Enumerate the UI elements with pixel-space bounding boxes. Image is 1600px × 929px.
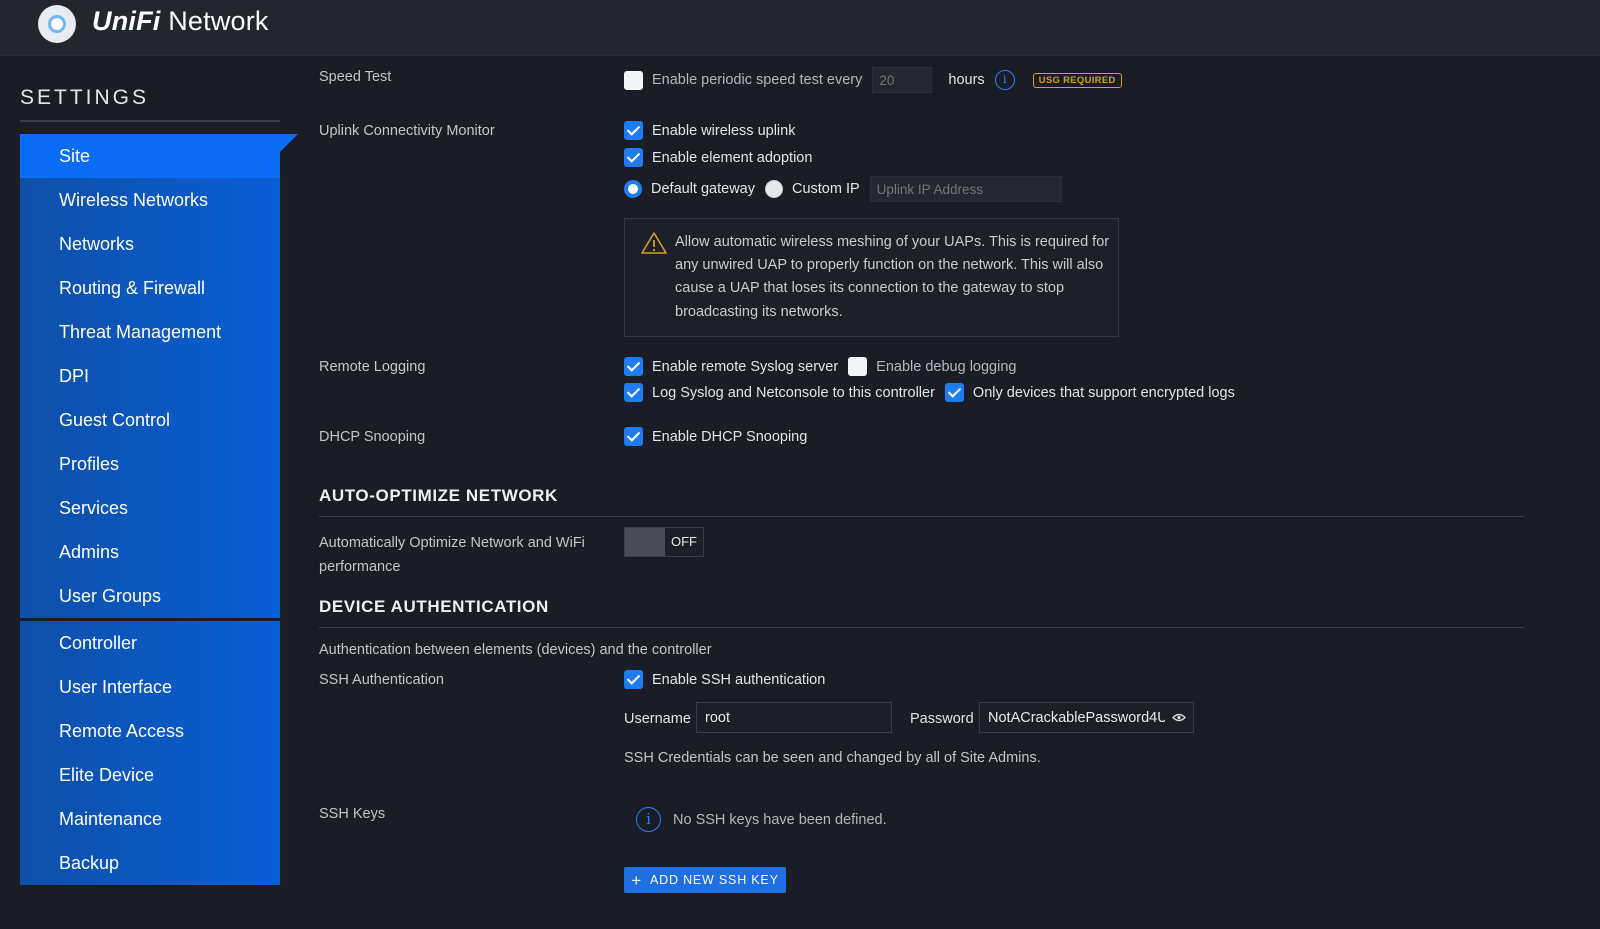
- custom-ip-radio[interactable]: [764, 180, 783, 198]
- sidebar-item-user-interface[interactable]: User Interface: [20, 665, 280, 709]
- sidebar-item-elite-device[interactable]: Elite Device: [20, 753, 280, 797]
- usg-required-badge: USG REQUIRED: [1032, 72, 1122, 88]
- syslog-row: Enable remote Syslog server Enable debug…: [624, 357, 1016, 376]
- ssh-credentials-note: SSH Credentials can be seen and changed …: [624, 750, 1041, 766]
- dhcp-snooping-enable-label: Enable DHCP Snooping: [652, 428, 808, 445]
- toggle-knob: [625, 528, 665, 556]
- add-ssh-key-button[interactable]: + ADD NEW SSH KEY: [624, 867, 786, 893]
- netconsole-row: Log Syslog and Netconsole to this contro…: [624, 383, 1235, 402]
- unifi-logo-icon[interactable]: [38, 5, 76, 43]
- auto-optimize-title: AUTO-OPTIMIZE NETWORK: [319, 486, 558, 505]
- uplink-target-row: Default gateway Custom IP: [624, 176, 1062, 202]
- sidebar-item-controller[interactable]: Controller: [20, 621, 280, 665]
- add-ssh-key-label: ADD NEW SSH KEY: [650, 873, 779, 887]
- ssh-keys-label: SSH Keys: [319, 806, 386, 822]
- remote-syslog-label: Enable remote Syslog server: [652, 358, 839, 375]
- toggle-state: OFF: [671, 534, 697, 549]
- speed-test-unit: hours: [948, 72, 985, 88]
- remote-syslog-checkbox[interactable]: [624, 357, 643, 376]
- uplink-monitor-label: Uplink Connectivity Monitor: [319, 123, 495, 139]
- element-adoption-row: Enable element adoption: [624, 148, 812, 167]
- wireless-uplink-row: Enable wireless uplink: [624, 121, 795, 140]
- info-icon[interactable]: i: [994, 70, 1015, 90]
- sidebar-title: SETTINGS: [20, 86, 150, 109]
- ssh-auth-checkbox[interactable]: [624, 670, 643, 689]
- sidebar-item-wireless-networks[interactable]: Wireless Networks: [20, 178, 280, 222]
- wireless-uplink-label: Enable wireless uplink: [652, 122, 796, 139]
- dhcp-snooping-label: DHCP Snooping: [319, 429, 426, 445]
- sidebar-item-site[interactable]: Site: [20, 134, 280, 178]
- netconsole-checkbox[interactable]: [624, 383, 643, 402]
- settings-content: Speed Test Enable periodic speed test ev…: [319, 56, 1569, 916]
- sidebar-item-threat-management[interactable]: Threat Management: [20, 310, 280, 354]
- speed-test-checkbox-label: Enable periodic speed test every: [652, 72, 863, 88]
- uplink-ip-input[interactable]: [869, 176, 1062, 202]
- sidebar-item-guest-control[interactable]: Guest Control: [20, 398, 280, 442]
- debug-logging-checkbox[interactable]: [848, 357, 868, 376]
- sidebar-item-services[interactable]: Services: [20, 486, 280, 530]
- ssh-keys-empty-text: No SSH keys have been defined.: [673, 811, 887, 828]
- meshing-warning-text: Allow automatic wireless meshing of your…: [675, 234, 1110, 320]
- show-password-icon[interactable]: [1172, 713, 1186, 722]
- element-adoption-label: Enable element adoption: [652, 149, 813, 166]
- device-auth-subtitle: Authentication between elements (devices…: [319, 642, 712, 658]
- sidebar-controller-group: Controller User Interface Remote Access …: [20, 621, 280, 885]
- section-divider: [319, 516, 1524, 517]
- password-input[interactable]: [979, 702, 1194, 733]
- sidebar-item-profiles[interactable]: Profiles: [20, 442, 280, 486]
- section-divider: [319, 627, 1524, 628]
- sidebar-item-dpi[interactable]: DPI: [20, 354, 280, 398]
- app-title: UniFi Network: [92, 6, 269, 36]
- sidebar-item-backup[interactable]: Backup: [20, 841, 280, 885]
- sidebar-item-remote-access[interactable]: Remote Access: [20, 709, 280, 753]
- password-label: Password: [910, 711, 974, 727]
- top-bar: UniFi Network: [0, 0, 1600, 56]
- sidebar-item-user-groups[interactable]: User Groups: [20, 574, 280, 618]
- ssh-auth-enable-label: Enable SSH authentication: [652, 671, 826, 688]
- default-gateway-label: Default gateway: [651, 181, 755, 197]
- sidebar-item-maintenance[interactable]: Maintenance: [20, 797, 280, 841]
- wireless-uplink-checkbox[interactable]: [624, 121, 643, 140]
- speed-test-interval-input[interactable]: [872, 67, 933, 93]
- speed-test-row: Enable periodic speed test every hours i…: [624, 67, 1122, 93]
- dhcp-snooping-row: Enable DHCP Snooping: [624, 427, 807, 446]
- auto-optimize-label: Automatically Optimize Network and WiFi …: [319, 535, 585, 575]
- debug-logging-label: Enable debug logging: [876, 358, 1017, 375]
- custom-ip-label: Custom IP: [791, 181, 860, 197]
- sidebar-item-routing-firewall[interactable]: Routing & Firewall: [20, 266, 280, 310]
- encrypted-logs-label: Only devices that support encrypted logs: [972, 384, 1235, 401]
- netconsole-label: Log Syslog and Netconsole to this contro…: [652, 384, 935, 401]
- sidebar-divider: [20, 120, 280, 122]
- ssh-auth-row: Enable SSH authentication: [624, 670, 825, 689]
- sidebar-site-group: Site Wireless Networks Networks Routing …: [20, 134, 280, 618]
- active-item-pointer: [278, 134, 298, 154]
- speed-test-checkbox[interactable]: [624, 70, 643, 90]
- auto-optimize-toggle[interactable]: OFF: [624, 527, 704, 557]
- username-input[interactable]: [696, 702, 892, 733]
- info-icon: i: [636, 807, 661, 832]
- dhcp-snooping-checkbox[interactable]: [624, 427, 643, 446]
- ssh-keys-empty-row: i No SSH keys have been defined.: [636, 807, 887, 832]
- ssh-auth-label: SSH Authentication: [319, 672, 444, 688]
- default-gateway-radio[interactable]: [624, 180, 642, 198]
- remote-logging-label: Remote Logging: [319, 359, 426, 375]
- username-label: Username: [624, 711, 691, 727]
- sidebar-item-admins[interactable]: Admins: [20, 530, 280, 574]
- encrypted-logs-checkbox[interactable]: [944, 383, 964, 402]
- sidebar-item-networks[interactable]: Networks: [20, 222, 280, 266]
- warning-icon: [641, 232, 667, 254]
- device-auth-title: DEVICE AUTHENTICATION: [319, 597, 549, 616]
- element-adoption-checkbox[interactable]: [624, 148, 643, 167]
- meshing-warning-box: Allow automatic wireless meshing of your…: [624, 218, 1119, 337]
- plus-icon: +: [631, 870, 643, 890]
- speed-test-label: Speed Test: [319, 69, 392, 85]
